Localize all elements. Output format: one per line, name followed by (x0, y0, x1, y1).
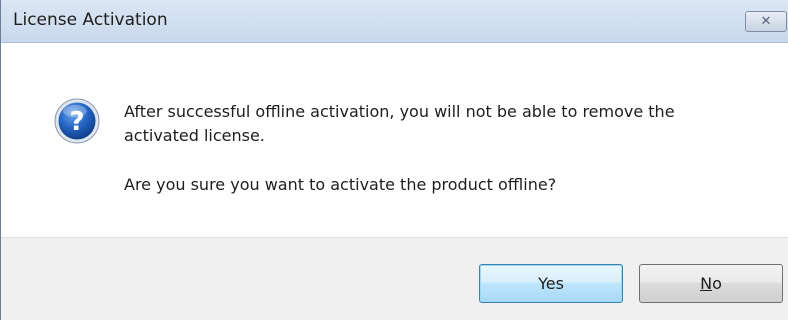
close-button[interactable]: ✕ (745, 11, 787, 32)
button-bar: Yes No (1, 237, 788, 320)
no-button-label-rest: o (712, 274, 722, 293)
no-button[interactable]: No (639, 264, 783, 303)
warning-line-2: activated license. (124, 126, 265, 145)
no-button-mnemonic: N (700, 274, 713, 293)
warning-message: After successful offline activation, you… (124, 100, 675, 148)
warning-line-1: After successful offline activation, you… (124, 102, 675, 121)
window-title: License Activation (13, 10, 168, 30)
question-icon: ? (54, 98, 100, 144)
no-button-label: No (700, 274, 722, 293)
yes-button-label: Yes (538, 274, 564, 293)
svg-text:?: ? (69, 107, 84, 137)
close-icon: ✕ (760, 14, 772, 29)
dialog-content: ? After successful offline activation, y… (1, 43, 788, 237)
yes-button[interactable]: Yes (479, 264, 623, 303)
license-activation-dialog: License Activation ✕ ? After successful … (0, 0, 788, 320)
confirmation-question: Are you sure you want to activate the pr… (124, 175, 557, 194)
title-bar[interactable]: License Activation ✕ (1, 0, 788, 43)
